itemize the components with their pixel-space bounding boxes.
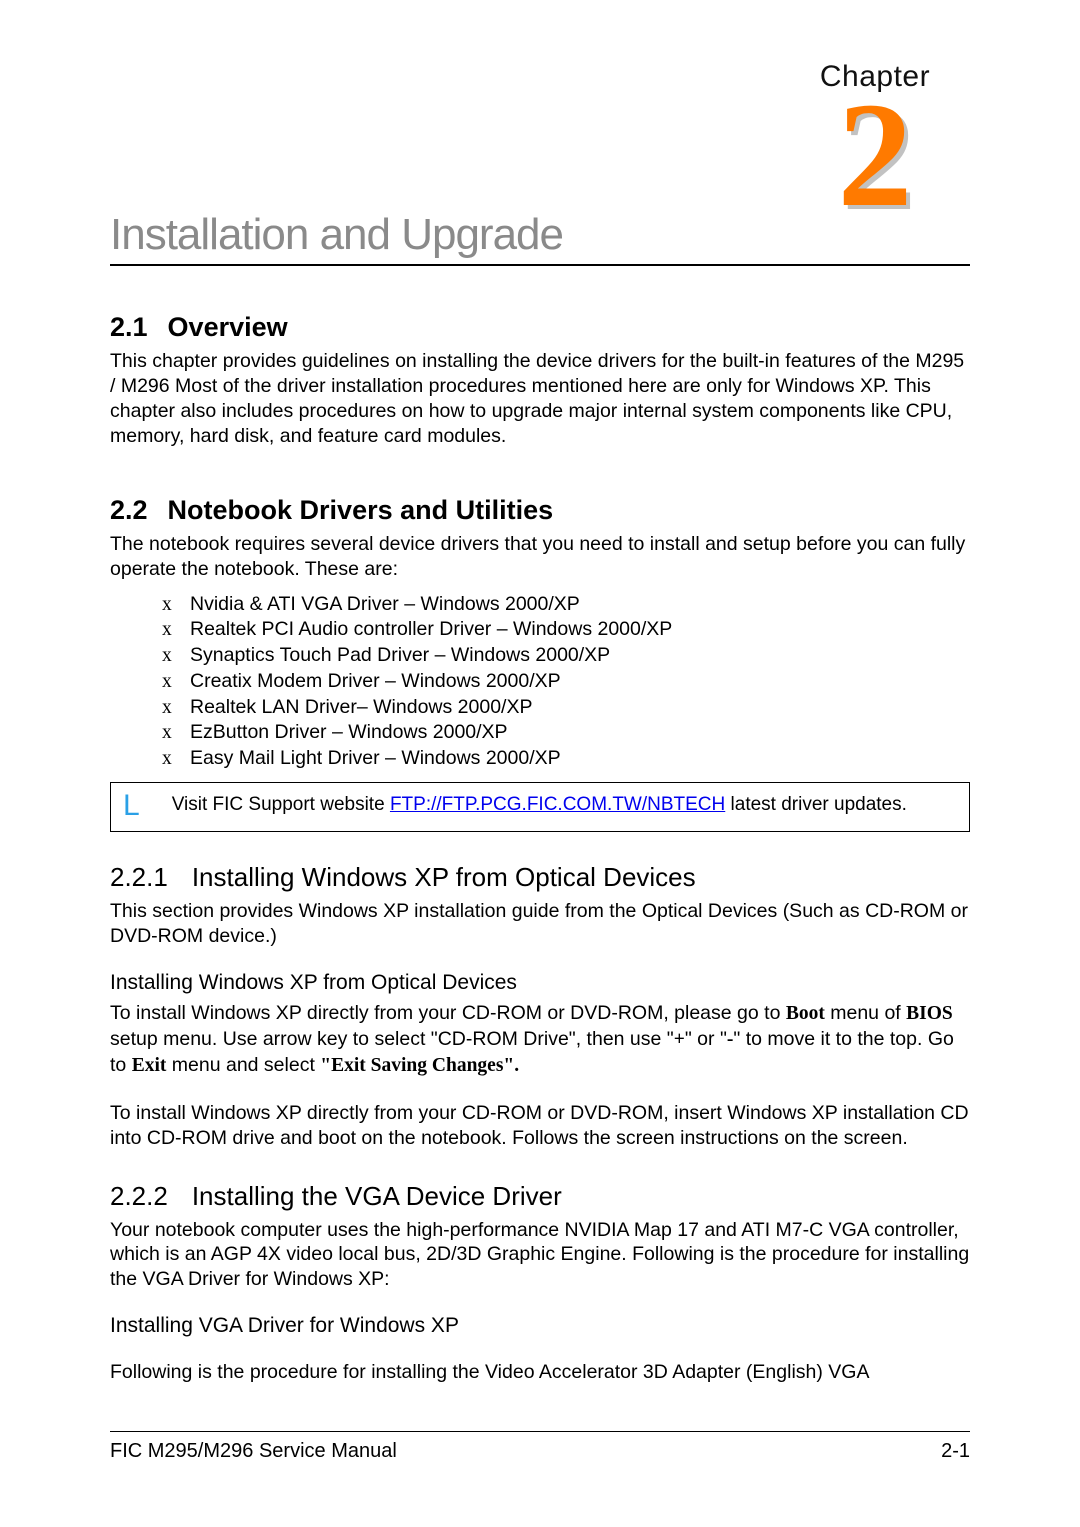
section-2-2-1-p1: This section provides Windows XP install… bbox=[110, 899, 970, 949]
chapter-indicator: Chapter 2 bbox=[780, 60, 970, 230]
install-xp-optical-subheading: Installing Windows XP from Optical Devic… bbox=[110, 971, 970, 995]
section-2-2-1-p2: To install Windows XP directly from your… bbox=[110, 1001, 970, 1079]
text-bold: + bbox=[674, 1029, 685, 1050]
section-2-2-2-heading: 2.2.2 Installing the VGA Device Driver bbox=[110, 1181, 970, 1212]
chapter-number: 2 bbox=[780, 80, 970, 230]
note-box: L Visit FIC Support website FTP://FTP.PC… bbox=[110, 782, 970, 832]
section-title: Overview bbox=[168, 312, 288, 342]
note-text: Visit FIC Support website FTP://FTP.PCG.… bbox=[172, 793, 907, 818]
text-bold: BIOS bbox=[906, 1003, 953, 1024]
section-2-2-heading: 2.2 Notebook Drivers and Utilities bbox=[110, 495, 970, 526]
subsection-number: 2.2.2 bbox=[110, 1181, 168, 1211]
section-2-1-heading: 2.1 Overview bbox=[110, 312, 970, 343]
section-number: 2.1 bbox=[110, 312, 148, 342]
text-bold: Boot bbox=[786, 1003, 825, 1024]
text-run: " or " bbox=[685, 1028, 727, 1050]
driver-name: Realtek LAN Driver– Windows 2000/XP bbox=[190, 696, 532, 718]
subsection-title: Installing the VGA Device Driver bbox=[192, 1181, 562, 1211]
section-number: 2.2 bbox=[110, 495, 148, 525]
section-2-2-2-p1: Your notebook computer uses the high-per… bbox=[110, 1218, 970, 1293]
section-2-2-1-p3: To install Windows XP directly from your… bbox=[110, 1101, 970, 1151]
section-2-2-2-p2: Following is the procedure for installin… bbox=[110, 1360, 970, 1385]
text-bold: "Exit Saving Changes". bbox=[320, 1055, 519, 1076]
driver-name: Synaptics Touch Pad Driver – Windows 200… bbox=[190, 644, 610, 666]
driver-name: Realtek PCI Audio controller Driver – Wi… bbox=[190, 618, 672, 640]
subsection-title: Installing Windows XP from Optical Devic… bbox=[192, 862, 696, 892]
support-link[interactable]: FTP://FTP.PCG.FIC.COM.TW/NBTECH bbox=[390, 794, 725, 815]
text-run: setup menu. Use arrow key to select "CD-… bbox=[110, 1028, 674, 1050]
footer-left: FIC M295/M296 Service Manual bbox=[110, 1440, 397, 1463]
footer-right: 2-1 bbox=[941, 1440, 970, 1463]
driver-name: Nvidia & ATI VGA Driver – Windows 2000/X… bbox=[190, 593, 580, 615]
note-icon: L bbox=[123, 791, 140, 821]
list-item: Nvidia & ATI VGA Driver – Windows 2000/X… bbox=[162, 592, 970, 618]
driver-name: EzButton Driver – Windows 2000/XP bbox=[190, 721, 508, 743]
note-text-pre: Visit FIC Support website bbox=[172, 794, 390, 815]
section-2-2-intro: The notebook requires several device dri… bbox=[110, 532, 970, 582]
list-item: EzButton Driver – Windows 2000/XP bbox=[162, 720, 970, 746]
text-bold: Exit bbox=[132, 1055, 167, 1076]
text-run: menu and select bbox=[166, 1054, 320, 1076]
list-item: Realtek PCI Audio controller Driver – Wi… bbox=[162, 617, 970, 643]
driver-name: Easy Mail Light Driver – Windows 2000/XP bbox=[190, 747, 561, 769]
list-item: Synaptics Touch Pad Driver – Windows 200… bbox=[162, 643, 970, 669]
section-title: Notebook Drivers and Utilities bbox=[168, 495, 554, 525]
install-vga-driver-subheading: Installing VGA Driver for Windows XP bbox=[110, 1314, 970, 1338]
list-item: Realtek LAN Driver– Windows 2000/XP bbox=[162, 695, 970, 721]
page-footer: FIC M295/M296 Service Manual 2-1 bbox=[110, 1431, 970, 1463]
text-run: To install Windows XP directly from your… bbox=[110, 1002, 786, 1024]
driver-name: Creatix Modem Driver – Windows 2000/XP bbox=[190, 670, 561, 692]
section-2-1-body: This chapter provides guidelines on inst… bbox=[110, 349, 970, 449]
subsection-number: 2.2.1 bbox=[110, 862, 168, 892]
list-item: Creatix Modem Driver – Windows 2000/XP bbox=[162, 669, 970, 695]
list-item: Easy Mail Light Driver – Windows 2000/XP bbox=[162, 746, 970, 772]
driver-list: Nvidia & ATI VGA Driver – Windows 2000/X… bbox=[162, 592, 970, 772]
note-text-post: latest driver updates. bbox=[725, 794, 907, 815]
text-run: menu of bbox=[825, 1002, 906, 1024]
section-2-2-1-heading: 2.2.1 Installing Windows XP from Optical … bbox=[110, 862, 970, 893]
